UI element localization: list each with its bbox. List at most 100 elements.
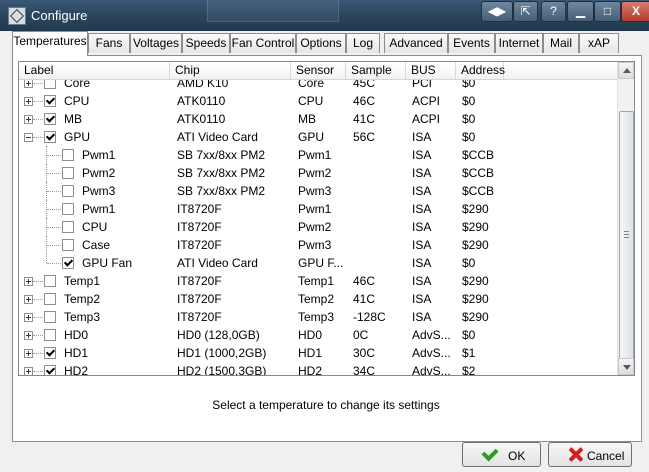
- sensor-label: MB: [64, 112, 82, 126]
- sensor-chip: ATK0110: [177, 94, 226, 108]
- column-sample[interactable]: Sample: [346, 62, 406, 79]
- expand-icon[interactable]: [24, 80, 33, 88]
- table-row[interactable]: GPU ATI Video Card GPU 56C ISA $0: [19, 128, 617, 146]
- tree-line: [47, 263, 61, 264]
- sensor-label: CPU: [64, 94, 90, 108]
- temperature-sensor-list[interactable]: Label Chip Sensor Sample BUS Address Cor…: [18, 61, 635, 376]
- sensor-checkbox[interactable]: [62, 221, 74, 233]
- sensor-address: $0: [462, 328, 476, 342]
- navigation-button[interactable]: ◀▶: [481, 1, 513, 22]
- sensor-checkbox[interactable]: [44, 275, 56, 287]
- sensor-chip: SB 7xx/8xx PM2: [177, 148, 266, 162]
- sensor-checkbox[interactable]: [44, 329, 56, 341]
- close-button[interactable]: X: [621, 1, 649, 22]
- sensor-chip: AMD K10: [177, 80, 229, 90]
- sensor-chip: HD2 (1500,3GB): [177, 364, 267, 375]
- ok-button[interactable]: OK: [462, 442, 541, 467]
- sensor-sensor: Pwm1: [298, 202, 332, 216]
- sensor-checkbox[interactable]: [44, 311, 56, 323]
- sensor-chip: IT8720F: [177, 274, 222, 288]
- tab-xap[interactable]: xAP: [579, 33, 619, 53]
- settings-tabs: Temperatures Fans Voltages Speeds Fan Co…: [12, 31, 640, 56]
- sensor-checkbox[interactable]: [44, 95, 56, 107]
- expand-icon[interactable]: [24, 367, 33, 375]
- table-row[interactable]: GPU Fan ATI Video Card GPU F... ISA $0: [19, 254, 617, 272]
- tree-line: [47, 209, 61, 210]
- scroll-up-button[interactable]: [618, 62, 634, 79]
- table-row[interactable]: CPU ATK0110 CPU 46C ACPI $0: [19, 92, 617, 110]
- sensor-checkbox[interactable]: [44, 80, 56, 89]
- table-row[interactable]: HD1 HD1 (1000,2GB) HD1 30C AdvS... $1: [19, 344, 617, 362]
- tab-fans[interactable]: Fans: [88, 33, 130, 53]
- expand-icon[interactable]: [24, 349, 33, 358]
- sensor-checkbox[interactable]: [44, 131, 56, 143]
- vertical-scrollbar[interactable]: [617, 62, 634, 375]
- tab-options[interactable]: Options: [296, 33, 346, 53]
- expand-icon[interactable]: [24, 295, 33, 304]
- table-row[interactable]: Pwm3 SB 7xx/8xx PM2 Pwm3 ISA $CCB: [19, 182, 617, 200]
- expand-icon[interactable]: [24, 97, 33, 106]
- tree-line: [47, 245, 61, 246]
- sensor-sensor: GPU F...: [298, 256, 344, 270]
- column-sensor[interactable]: Sensor: [291, 62, 346, 79]
- expand-icon[interactable]: [24, 277, 33, 286]
- sensor-chip: IT8720F: [177, 202, 222, 216]
- tab-advanced[interactable]: Advanced: [384, 33, 448, 53]
- minimize-button[interactable]: ▁: [567, 1, 594, 22]
- table-row[interactable]: MB ATK0110 MB 41C ACPI $0: [19, 110, 617, 128]
- sensor-checkbox[interactable]: [62, 149, 74, 161]
- sensor-sensor: Pwm2: [298, 220, 332, 234]
- cancel-button[interactable]: Cancel: [548, 442, 632, 467]
- tab-events[interactable]: Events: [448, 33, 495, 53]
- table-row[interactable]: HD2 HD2 (1500,3GB) HD2 34C AdvS... $2: [19, 362, 617, 375]
- tab-voltages[interactable]: Voltages: [130, 33, 182, 53]
- sensor-address: $290: [462, 292, 489, 306]
- column-bus[interactable]: BUS: [406, 62, 456, 79]
- expand-icon[interactable]: [24, 331, 33, 340]
- table-row[interactable]: Temp1 IT8720F Temp1 46C ISA $290: [19, 272, 617, 290]
- sensor-checkbox[interactable]: [62, 185, 74, 197]
- tab-mail[interactable]: Mail: [543, 33, 579, 53]
- sensor-checkbox[interactable]: [44, 293, 56, 305]
- collapse-icon[interactable]: [24, 133, 33, 142]
- sensor-checkbox[interactable]: [62, 239, 74, 251]
- table-row[interactable]: HD0 HD0 (128,0GB) HD0 0C AdvS... $0: [19, 326, 617, 344]
- sensor-sensor: Core: [298, 80, 325, 90]
- table-row[interactable]: Temp2 IT8720F Temp2 41C ISA $290: [19, 290, 617, 308]
- maximize-button[interactable]: □: [594, 1, 621, 22]
- expand-icon[interactable]: [24, 313, 33, 322]
- sensor-bus: ISA: [412, 220, 432, 234]
- table-row[interactable]: Pwm2 SB 7xx/8xx PM2 Pwm2 ISA $CCB: [19, 164, 617, 182]
- sensor-bus: ACPI: [412, 112, 441, 126]
- sensor-bus: ISA: [412, 274, 432, 288]
- sensor-label: Temp2: [64, 292, 101, 306]
- tab-temperatures[interactable]: Temperatures: [12, 31, 88, 56]
- tree-line: [47, 155, 61, 156]
- sensor-checkbox[interactable]: [62, 167, 74, 179]
- sensor-bus: ISA: [412, 256, 432, 270]
- table-row[interactable]: Case IT8720F Pwm3 ISA $290: [19, 236, 617, 254]
- tab-speeds[interactable]: Speeds: [182, 33, 230, 53]
- scroll-thumb[interactable]: [619, 111, 634, 362]
- export-button[interactable]: ⇱: [513, 1, 538, 22]
- sensor-sample: [353, 218, 407, 236]
- help-button[interactable]: ?: [541, 1, 566, 22]
- table-row[interactable]: Core AMD K10 Core 45C PCI $0: [19, 80, 617, 92]
- column-chip[interactable]: Chip: [170, 62, 291, 79]
- expand-icon[interactable]: [24, 115, 33, 124]
- column-address[interactable]: Address: [456, 62, 505, 79]
- tab-log[interactable]: Log: [346, 33, 380, 53]
- table-row[interactable]: Temp3 IT8720F Temp3 -128C ISA $290: [19, 308, 617, 326]
- table-row[interactable]: Pwm1 SB 7xx/8xx PM2 Pwm1 ISA $CCB: [19, 146, 617, 164]
- sensor-checkbox[interactable]: [62, 257, 74, 269]
- table-row[interactable]: Pwm1 IT8720F Pwm1 ISA $290: [19, 200, 617, 218]
- table-row[interactable]: CPU IT8720F Pwm2 ISA $290: [19, 218, 617, 236]
- scroll-down-button[interactable]: [618, 358, 634, 375]
- sensor-checkbox[interactable]: [62, 203, 74, 215]
- sensor-checkbox[interactable]: [44, 347, 56, 359]
- tab-internet[interactable]: Internet: [495, 33, 543, 53]
- sensor-checkbox[interactable]: [44, 113, 56, 125]
- sensor-checkbox[interactable]: [44, 365, 56, 375]
- tab-fan-control[interactable]: Fan Control: [230, 33, 296, 53]
- column-label[interactable]: Label: [19, 62, 170, 79]
